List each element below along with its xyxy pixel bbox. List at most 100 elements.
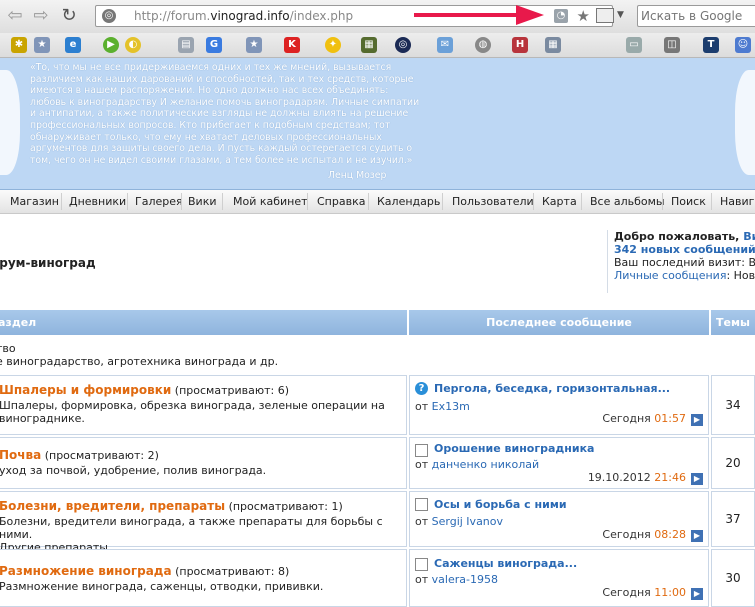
bookmarks-bar: ✱ ★ e ▶ ◐ ▤ G ★ K ✦ ▦ ◎ ✉ ◍ H ▦ ▭ ◫ T ☺: [0, 33, 755, 58]
menu-item-all-albums[interactable]: Все альбомы: [590, 195, 665, 208]
bookmark-grid-icon[interactable]: ▦: [545, 37, 561, 53]
private-messages-link[interactable]: Личные сообщения: [614, 269, 726, 282]
bookmark-star-icon[interactable]: ★: [246, 37, 262, 53]
go-to-post-icon[interactable]: ▶: [691, 473, 703, 485]
go-to-post-icon[interactable]: ▶: [691, 414, 703, 426]
last-post-cell: ? Пергола, беседка, горизонтальная... от…: [409, 375, 709, 435]
menu-separator: [181, 193, 182, 210]
bookmark-moon-icon[interactable]: ◐: [125, 37, 141, 53]
grape-vine-decoration-right: [735, 70, 755, 175]
forum-description: Размножение винограда, саженцы, отводки,…: [0, 580, 324, 593]
bookmark-face-icon[interactable]: ☺: [735, 37, 751, 53]
forum-info-cell: Размножение винограда (просматривают: 8)…: [0, 549, 407, 607]
last-post-user-link[interactable]: данченко николай: [432, 458, 540, 471]
last-post-user-link[interactable]: Sergij Ivanov: [432, 515, 503, 528]
bookmark-star-icon[interactable]: ★: [577, 7, 590, 25]
forum-name-link[interactable]: Размножение винограда: [0, 564, 172, 578]
menu-item-users[interactable]: Пользователи: [452, 195, 534, 208]
menu-item-calendar[interactable]: Календарь: [377, 195, 440, 208]
post-page-icon: [415, 444, 428, 457]
viewing-count: (просматривают: 8): [175, 565, 290, 578]
bookmark-swirl-icon[interactable]: ◎: [395, 37, 411, 53]
back-arrow-icon[interactable]: ⇦: [4, 5, 26, 27]
last-post-cell: Осы и борьба с ними от Sergij Ivanov Сег…: [409, 491, 709, 547]
forum-name-link[interactable]: Почва: [0, 448, 41, 462]
topics-count: 34: [711, 375, 755, 435]
bookmark-mail-icon[interactable]: ✉: [437, 37, 453, 53]
url-text[interactable]: http://forum.vinograd.info/index.php: [134, 9, 353, 23]
go-to-post-icon[interactable]: ▶: [691, 530, 703, 542]
menu-item-wiki[interactable]: Вики: [188, 195, 217, 208]
bookmark-page-icon[interactable]: ▤: [178, 37, 194, 53]
bookmark-map-icon[interactable]: ▦: [361, 37, 377, 53]
last-post-title-link[interactable]: Саженцы винограда...: [434, 557, 577, 570]
forward-arrow-icon[interactable]: ⇨: [30, 5, 52, 27]
last-post-title-link[interactable]: Осы и борьба с ними: [434, 498, 567, 511]
forum-name-link[interactable]: Болезни, вредители, препараты: [0, 499, 225, 513]
forum-row: Почва (просматривают: 2) уход за почвой,…: [0, 437, 755, 489]
last-post-user-link[interactable]: Ex13m: [432, 400, 470, 413]
grape-vine-decoration-left: [0, 70, 20, 175]
bookmark-puzzle-icon[interactable]: ✱: [11, 37, 27, 53]
menu-item-gallery[interactable]: Галерея: [135, 195, 183, 208]
rss-icon[interactable]: ◔: [554, 9, 568, 23]
bookmark-play-icon[interactable]: ▶: [103, 37, 119, 53]
forum-description: Болезни, вредители винограда, а также пр…: [0, 515, 383, 541]
annotation-arrow-shaft: [414, 13, 520, 17]
banner-quote: «То, что мы не все придерживаемся одних …: [30, 62, 420, 166]
menu-separator: [222, 193, 223, 210]
browser-toolbar: ⇦ ⇨ ↻ ◎ http://forum.vinograd.info/index…: [0, 0, 755, 34]
bookmark-k-icon[interactable]: K: [284, 37, 300, 53]
forum-info-cell: Шпалеры и формировки (просматривают: 6) …: [0, 375, 407, 435]
annotation-arrow-head: [516, 5, 544, 25]
bookmark-drive-icon[interactable]: ▭: [626, 37, 642, 53]
last-post-user-link[interactable]: valera-1958: [432, 573, 498, 586]
reload-icon[interactable]: ↻: [58, 5, 80, 27]
bookmark-google-icon[interactable]: G: [206, 37, 222, 53]
menu-separator: [127, 193, 128, 210]
bookmark-h-icon[interactable]: H: [512, 37, 528, 53]
last-post-title-link[interactable]: Орошение виноградника: [434, 442, 594, 455]
post-page-icon: [415, 498, 428, 511]
last-post-cell: Орошение виноградника от данченко никола…: [409, 437, 709, 489]
messages-line: Личные сообщения: Новых С: [614, 269, 755, 282]
category-title[interactable]: тво: [0, 342, 278, 355]
menu-item-diaries[interactable]: Дневники: [69, 195, 126, 208]
bookmark-t-icon[interactable]: T: [703, 37, 719, 53]
last-post-date: 19.10.2012 21:46: [587, 471, 686, 484]
topics-count: 20: [711, 437, 755, 489]
go-to-post-icon[interactable]: ▶: [691, 588, 703, 600]
viewing-count: (просматривают: 1): [228, 500, 343, 513]
bookmark-globe-icon[interactable]: ◍: [475, 37, 491, 53]
bookmark-e-icon[interactable]: e: [65, 37, 81, 53]
username-link[interactable]: Вит: [743, 230, 755, 243]
site-banner: «То, что мы не все придерживаемся одних …: [0, 58, 755, 190]
menu-item-help[interactable]: Справка: [317, 195, 365, 208]
menu-separator: [61, 193, 62, 210]
new-posts-link[interactable]: 342 новых сообщений.: [614, 243, 755, 256]
search-input[interactable]: [641, 7, 755, 25]
topics-count: 30: [711, 549, 755, 607]
last-post-title-link[interactable]: Пергола, беседка, горизонтальная...: [434, 382, 670, 395]
forum-info-cell: Болезни, вредители, препараты (просматри…: [0, 491, 407, 554]
search-box[interactable]: [637, 5, 755, 27]
menu-separator: [711, 193, 712, 210]
bookmark-star-icon[interactable]: ★: [34, 37, 50, 53]
menu-item-map[interactable]: Карта: [542, 195, 577, 208]
chevron-down-icon[interactable]: ▼: [617, 10, 624, 20]
topics-count: 37: [711, 491, 755, 547]
image-icon[interactable]: [596, 8, 614, 23]
viewing-count: (просматривают: 2): [44, 449, 159, 462]
menu-separator: [533, 193, 534, 210]
page-title: орум-виноград: [0, 256, 96, 270]
menu-item-my-account[interactable]: Мой кабинет: [233, 195, 308, 208]
menu-item-shop[interactable]: Магазин: [10, 195, 59, 208]
bookmark-bulb-icon[interactable]: ✦: [325, 37, 341, 53]
menu-separator: [442, 193, 443, 210]
welcome-line: Добро пожаловать, Вит: [614, 230, 755, 243]
forum-name-link[interactable]: Шпалеры и формировки: [0, 383, 171, 397]
menu-item-search[interactable]: Поиск: [671, 195, 706, 208]
bookmark-car-icon[interactable]: ◫: [664, 37, 680, 53]
menu-item-navigation[interactable]: Навига: [720, 195, 755, 208]
forum-description: Шпалеры, формировка, обрезка винограда, …: [0, 399, 385, 412]
